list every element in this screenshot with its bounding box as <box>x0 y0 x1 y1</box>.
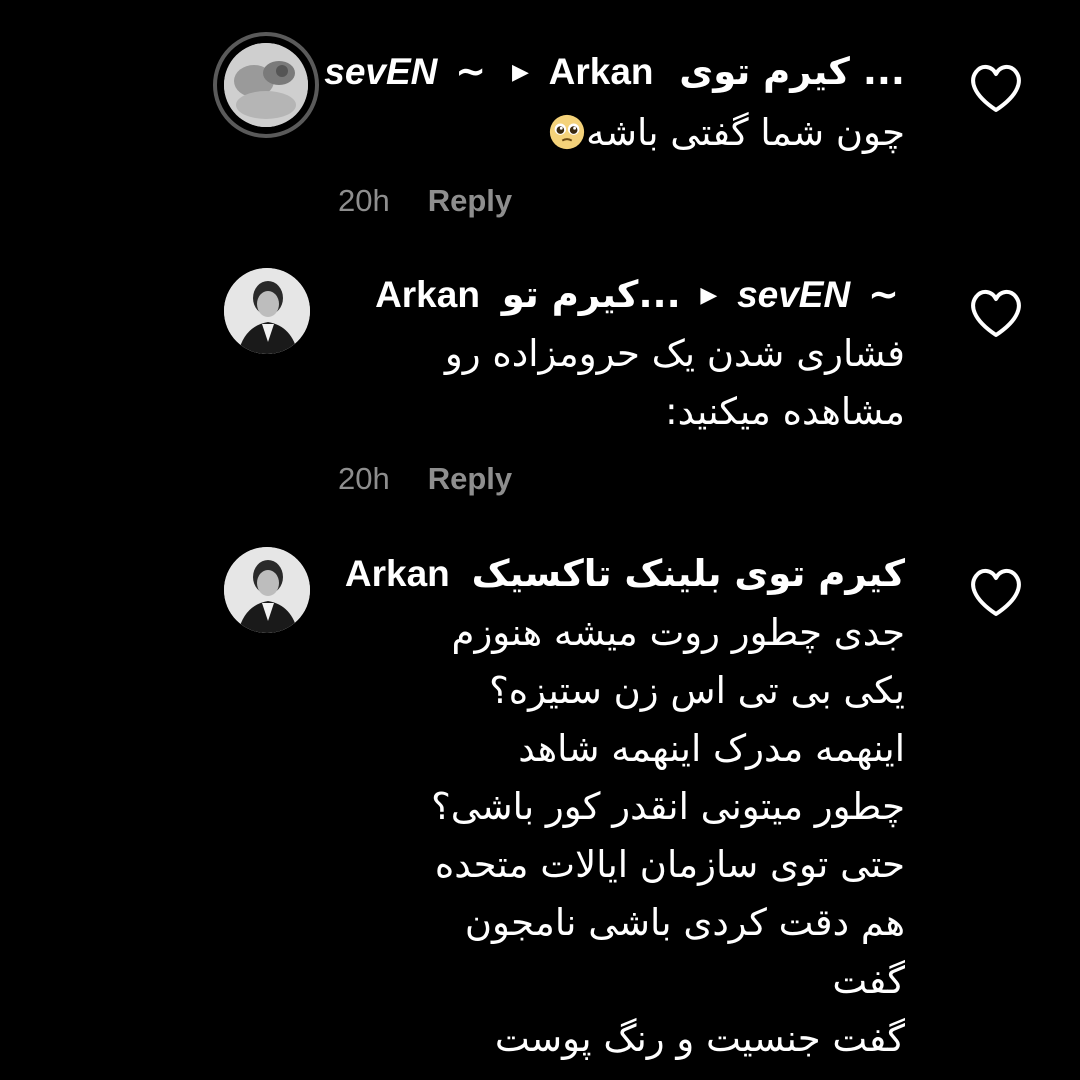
recipient-username[interactable]: sevEN <box>737 274 850 315</box>
pleading-face-emoji <box>550 114 585 150</box>
comment-line: چطور میتونی انقدر کور باشی؟ <box>431 785 905 828</box>
reply-button[interactable]: Reply <box>428 461 512 496</box>
author-username[interactable]: Arkan <box>345 553 450 594</box>
author-tag: کیرم توی بلینک تاکسیک <box>471 552 905 595</box>
comment-text: جدی چطور روت میشه هنوزم یکی بی تی اس زن … <box>335 604 905 1068</box>
comment-line: گفت جنسیت و رنگ پوست <box>494 1017 905 1060</box>
comment-meta: 20h Reply <box>338 461 512 497</box>
comment-line: مشاهده میکنید: <box>665 390 905 433</box>
comment-line: اینهمه مدرک اینهمه شاهد <box>518 727 905 770</box>
heart-outline-icon[interactable] <box>966 564 1026 620</box>
comment-header: Arkan کیرم توی بلینک تاکسیک <box>345 552 905 596</box>
comment-line: چون شما گفتی باشه <box>335 104 905 162</box>
avatar[interactable] <box>224 268 310 354</box>
timestamp: 20h <box>338 183 390 218</box>
comment-header: sevEN ~ ▶ Arkan کیرم توی ... <box>324 50 905 95</box>
comment-line: یکی بی تی اس زن ستیزه؟ <box>489 669 905 712</box>
comment-meta: 20h Reply <box>338 183 512 219</box>
avatar[interactable] <box>224 547 310 633</box>
tilde: ~ <box>867 273 899 316</box>
avatar[interactable] <box>224 43 308 127</box>
heart-outline-icon[interactable] <box>966 60 1026 116</box>
comment-header: Arkan کیرم تو... ▶ sevEN ~ <box>375 273 905 318</box>
reply-button[interactable]: Reply <box>428 183 512 218</box>
comment-line: جدی چطور روت میشه هنوزم <box>451 611 905 654</box>
tilde: ~ <box>455 50 487 93</box>
caret-right-icon: ▶ <box>700 283 718 308</box>
comment-line: حتی توی سازمان ایالات متحده <box>434 843 905 886</box>
recipient-username[interactable]: Arkan <box>549 51 654 92</box>
comment-line: هم دقت کردی باشی نامجون <box>464 901 905 944</box>
comment-line: گفت <box>832 959 905 1002</box>
author-username[interactable]: sevEN <box>324 51 437 92</box>
heart-outline-icon[interactable] <box>966 285 1026 341</box>
comment-text: چون شما گفتی باشه <box>335 104 905 162</box>
timestamp: 20h <box>338 461 390 496</box>
author-username[interactable]: Arkan <box>375 274 480 315</box>
comment-line: فشاری شدن یک حرومزاده رو <box>444 332 905 375</box>
caret-right-icon: ▶ <box>511 60 529 85</box>
author-tag: کیرم تو... <box>501 273 681 316</box>
comment-text: فشاری شدن یک حرومزاده رو مشاهده میکنید: <box>335 325 905 441</box>
recipient-tag: کیرم توی ... <box>679 50 905 93</box>
